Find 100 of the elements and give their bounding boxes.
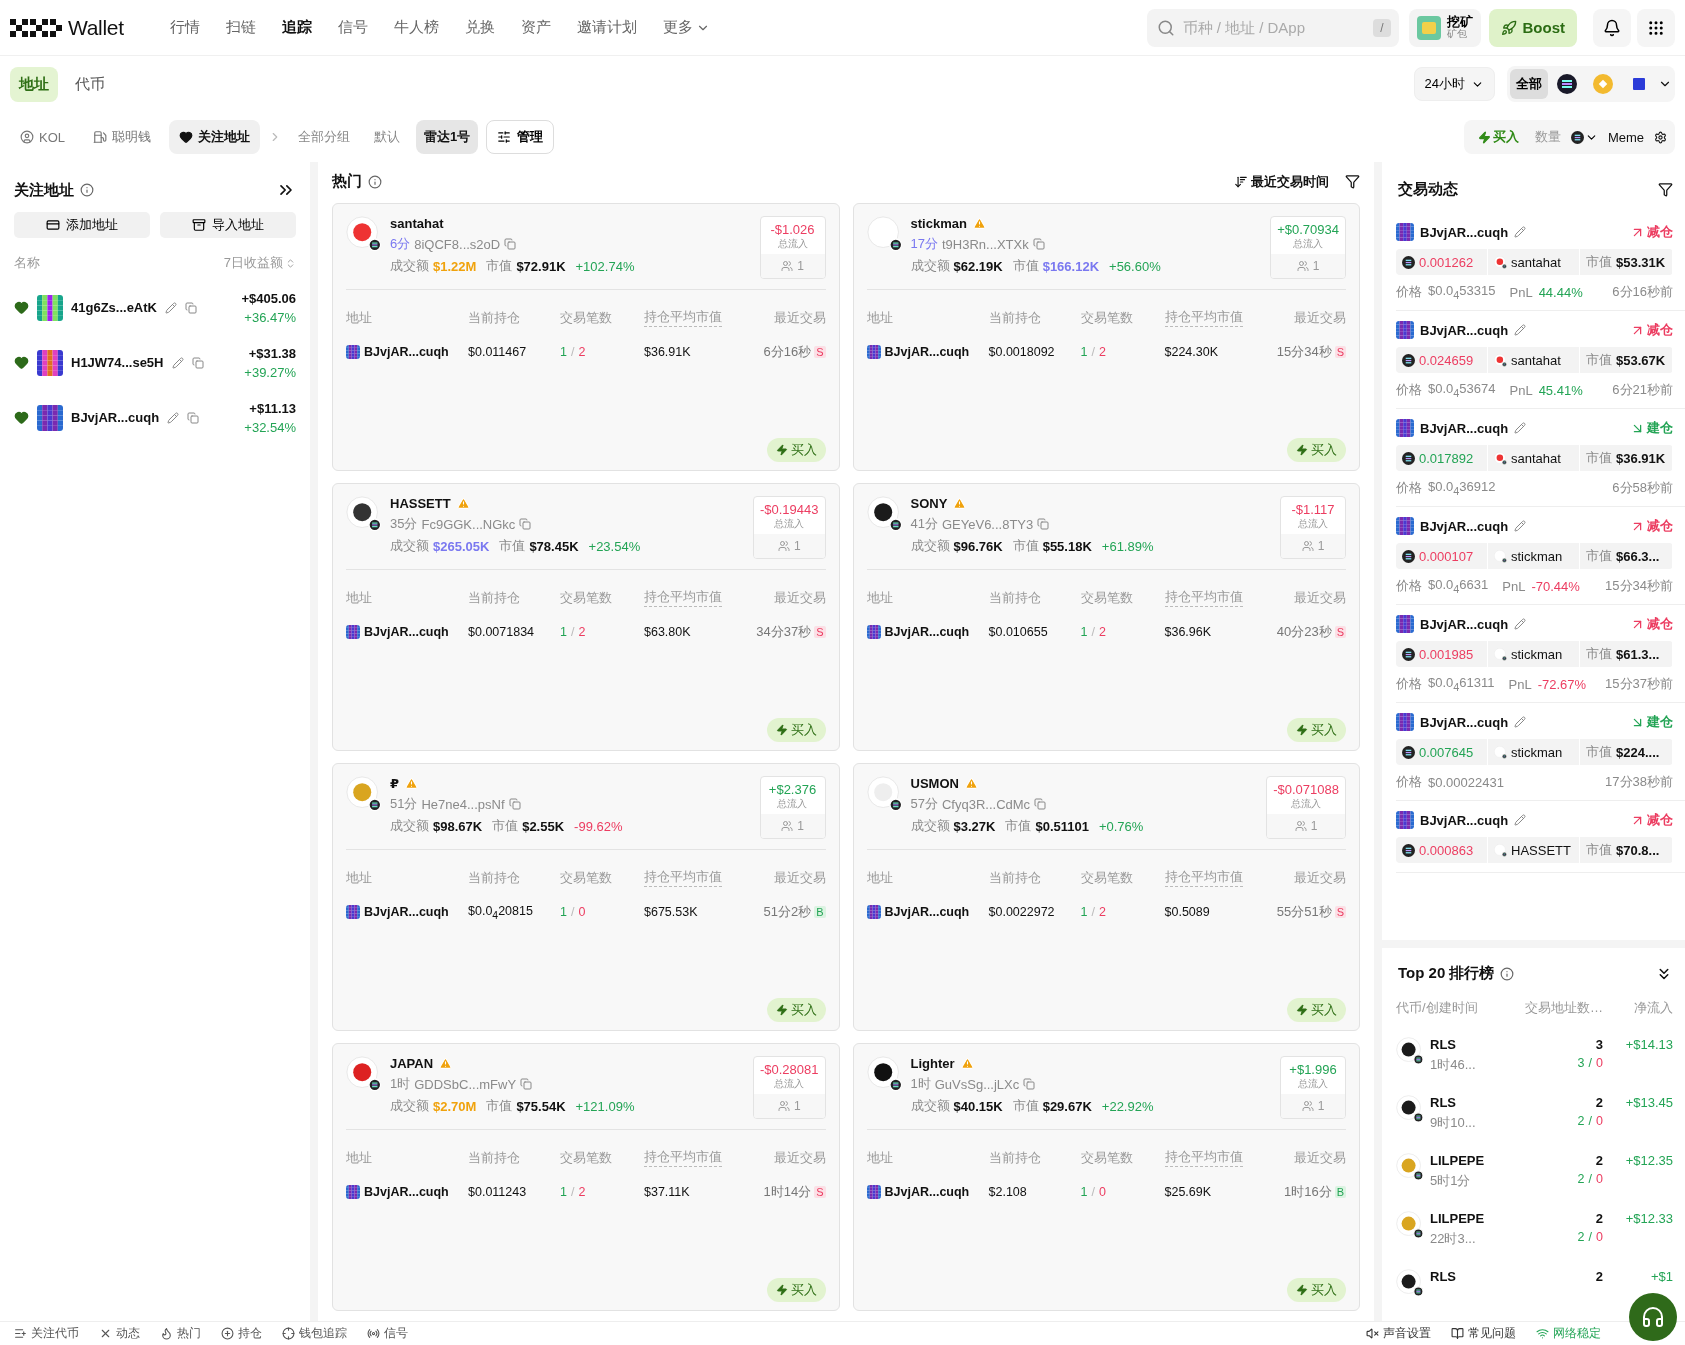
- nav-link[interactable]: 行情: [169, 18, 200, 37]
- mining-button[interactable]: 挖矿 矿包: [1408, 8, 1481, 47]
- copy-icon[interactable]: [504, 238, 517, 250]
- token-name[interactable]: stickman: [910, 216, 967, 231]
- token-name[interactable]: Lighter: [910, 1056, 955, 1071]
- wallet-address[interactable]: BJvjAR...cuqh: [71, 410, 160, 425]
- wallet-address[interactable]: BJvjAR...cuqh: [1420, 714, 1509, 730]
- wallet-address[interactable]: BJvjAR...cuqh: [1420, 518, 1509, 534]
- copy-icon[interactable]: [520, 1078, 533, 1090]
- copy-icon[interactable]: [519, 518, 532, 530]
- add-address-button[interactable]: 添加地址: [14, 212, 150, 238]
- token-name[interactable]: RLS: [1430, 1037, 1456, 1052]
- copy-icon[interactable]: [1037, 518, 1050, 530]
- edit-icon[interactable]: [1514, 324, 1527, 336]
- buy-button[interactable]: 买入: [766, 1278, 826, 1302]
- wallet-address[interactable]: BJvjAR...cuqh: [1420, 322, 1509, 338]
- token-name[interactable]: USMON: [910, 776, 959, 791]
- sort-control[interactable]: 最近交易时间: [1234, 172, 1329, 191]
- settings-icon[interactable]: [1654, 130, 1667, 144]
- copy-icon[interactable]: [1023, 1078, 1036, 1090]
- info-icon[interactable]: [1500, 966, 1515, 981]
- copy-icon[interactable]: [187, 411, 200, 424]
- edit-icon[interactable]: [167, 411, 180, 424]
- wallet-address[interactable]: 41g6Zs...eAtK: [71, 300, 157, 315]
- nav-link[interactable]: 信号: [337, 18, 368, 37]
- wallet-address[interactable]: BJvjAR...cuqh: [884, 1185, 970, 1199]
- more-menu[interactable]: 更多: [662, 18, 710, 37]
- buy-button[interactable]: 买入: [1287, 718, 1346, 742]
- scope-tab[interactable]: 代币: [66, 66, 114, 102]
- buy-button[interactable]: 买入: [766, 718, 826, 742]
- wallet-address[interactable]: BJvjAR...cuqh: [364, 345, 449, 359]
- edit-icon[interactable]: [1514, 618, 1527, 630]
- footer-link[interactable]: 关注代币: [14, 1325, 79, 1342]
- nav-link[interactable]: 追踪: [281, 18, 312, 37]
- token-name[interactable]: RLS: [1430, 1095, 1456, 1110]
- token-name[interactable]: HASSETT: [1511, 842, 1571, 858]
- buy-button[interactable]: 买入: [1287, 998, 1346, 1022]
- edit-icon[interactable]: [171, 356, 184, 369]
- group-tab[interactable]: 雷达1号: [416, 120, 479, 154]
- token-name[interactable]: JAPAN: [390, 1056, 434, 1071]
- heart-icon[interactable]: [14, 410, 29, 425]
- category-tab[interactable]: KOL: [10, 120, 75, 154]
- token-name[interactable]: stickman: [1511, 744, 1563, 760]
- buy-button[interactable]: 买入: [766, 438, 826, 462]
- heart-icon[interactable]: [14, 300, 29, 315]
- wallet-address[interactable]: H1JW74...se5H: [71, 355, 164, 370]
- buy-button[interactable]: 买入: [1471, 127, 1525, 147]
- nav-link[interactable]: 牛人榜: [393, 18, 439, 37]
- filter-icon[interactable]: [1345, 174, 1360, 189]
- boost-button[interactable]: Boost: [1488, 8, 1577, 47]
- filter-icon[interactable]: [1658, 182, 1673, 197]
- wallet-address[interactable]: BJvjAR...cuqh: [364, 905, 449, 919]
- chain-tab[interactable]: 全部: [1510, 69, 1548, 99]
- apps-button[interactable]: [1637, 8, 1675, 47]
- group-tab[interactable]: 全部分组: [290, 120, 358, 154]
- edit-icon[interactable]: [1514, 814, 1527, 826]
- wallet-address[interactable]: BJvjAR...cuqh: [884, 625, 970, 639]
- wallet-address[interactable]: BJvjAR...cuqh: [1420, 224, 1509, 240]
- heart-icon[interactable]: [14, 355, 29, 370]
- copy-icon[interactable]: [1034, 798, 1047, 810]
- token-name[interactable]: santahat: [390, 216, 444, 231]
- wallet-address[interactable]: BJvjAR...cuqh: [364, 625, 449, 639]
- nav-link[interactable]: 兑换: [464, 18, 495, 37]
- wallet-address[interactable]: BJvjAR...cuqh: [364, 1185, 449, 1199]
- edit-icon[interactable]: [1514, 716, 1527, 728]
- period-dropdown[interactable]: 24小时: [1413, 67, 1495, 101]
- buy-button[interactable]: 买入: [766, 998, 826, 1022]
- group-tab[interactable]: 默认: [366, 120, 408, 154]
- copy-icon[interactable]: [185, 301, 197, 314]
- edit-icon[interactable]: [1514, 422, 1527, 434]
- token-name[interactable]: santahat: [1511, 450, 1561, 466]
- token-name[interactable]: LILPEPE: [1430, 1211, 1485, 1226]
- token-name[interactable]: stickman: [1511, 548, 1563, 564]
- wallet-address[interactable]: BJvjAR...cuqh: [1420, 420, 1509, 436]
- token-name[interactable]: stickman: [1511, 646, 1563, 662]
- nav-link[interactable]: 资产: [520, 18, 551, 37]
- edit-icon[interactable]: [165, 301, 177, 314]
- token-name[interactable]: santahat: [1511, 352, 1561, 368]
- notification-button[interactable]: [1593, 8, 1631, 47]
- wallet-address[interactable]: BJvjAR...cuqh: [884, 345, 970, 359]
- token-name[interactable]: SONY: [910, 496, 948, 511]
- wallet-address[interactable]: BJvjAR...cuqh: [1420, 616, 1509, 632]
- import-address-button[interactable]: 导入地址: [160, 212, 296, 238]
- token-name[interactable]: santahat: [1511, 254, 1561, 270]
- buy-button[interactable]: 买入: [1287, 438, 1346, 462]
- nav-link[interactable]: 邀请计划: [576, 18, 637, 37]
- footer-link[interactable]: 声音设置: [1366, 1325, 1431, 1342]
- footer-link[interactable]: 热门: [160, 1325, 201, 1342]
- token-name[interactable]: ₽: [390, 776, 400, 791]
- wallet-address[interactable]: BJvjAR...cuqh: [1420, 812, 1509, 828]
- edit-icon[interactable]: [1514, 520, 1527, 532]
- copy-icon[interactable]: [191, 356, 204, 369]
- nav-link[interactable]: 扫链: [225, 18, 256, 37]
- footer-link[interactable]: 常见问题: [1451, 1325, 1516, 1342]
- scope-tab[interactable]: 地址: [10, 66, 58, 102]
- token-name[interactable]: LILPEPE: [1430, 1153, 1485, 1168]
- info-icon[interactable]: [368, 174, 382, 189]
- category-tab[interactable]: 聪明钱: [83, 120, 161, 154]
- info-icon[interactable]: [80, 183, 94, 197]
- token-name[interactable]: RLS: [1430, 1269, 1456, 1284]
